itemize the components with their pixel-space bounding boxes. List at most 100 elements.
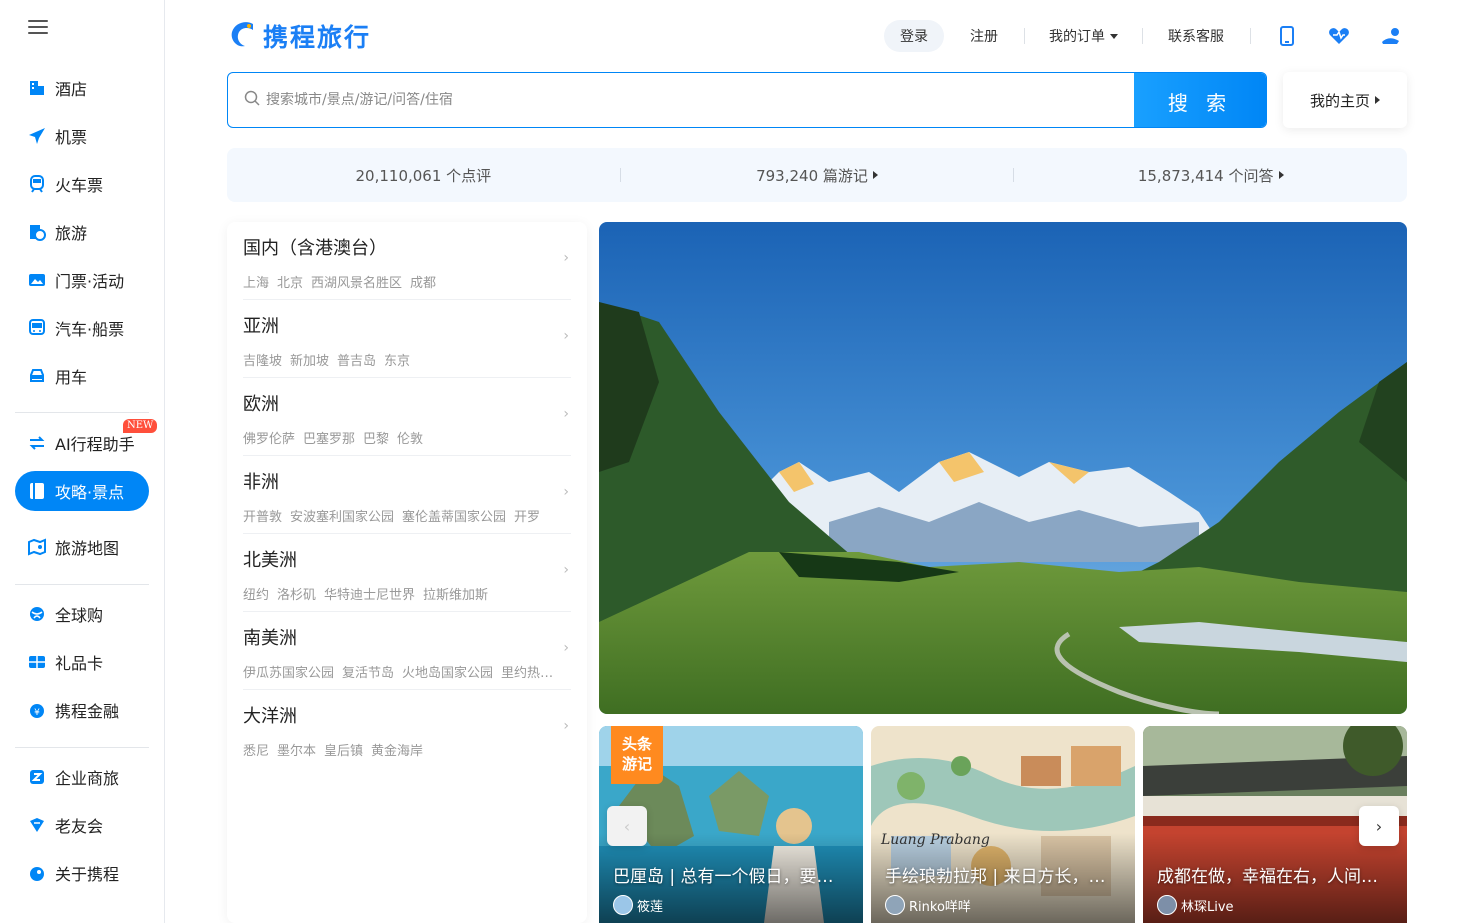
customer-service-link[interactable]: 联系客服	[1168, 20, 1224, 52]
sidebar-item-label: 企业商旅	[55, 769, 120, 788]
sidebar-item-tickets[interactable]: 门票·活动	[15, 260, 149, 300]
sidebar-item-label: 机票	[55, 128, 88, 147]
sidebar-item-hotel[interactable]: 酒店	[15, 68, 149, 108]
place-link[interactable]: 新加坡	[290, 354, 329, 369]
place-link[interactable]: 巴黎	[363, 432, 389, 447]
sidebar-item-global-shop[interactable]: 全球购	[15, 594, 149, 634]
hero-banner-image[interactable]	[599, 222, 1407, 714]
sidebar-item-car[interactable]: 用车	[15, 356, 149, 396]
place-link[interactable]: 火地岛国家公园	[402, 666, 493, 681]
region-places: 开普敦 安波塞利国家公园 塞伦盖蒂国家公园 开罗	[243, 506, 563, 525]
my-homepage-button[interactable]: 我的主页	[1283, 72, 1407, 128]
sidebar-item-train[interactable]: 火车票	[15, 164, 149, 204]
menu-icon[interactable]	[28, 20, 48, 38]
chevron-right-icon: ›	[563, 484, 569, 500]
sidebar-item-flight[interactable]: 机票	[15, 116, 149, 156]
place-link[interactable]: 里约热内卢	[501, 666, 563, 681]
new-badge: NEW	[123, 419, 158, 433]
map-icon	[27, 537, 47, 557]
plane-icon	[27, 126, 47, 146]
place-link[interactable]: 华特迪士尼世界	[324, 588, 415, 603]
stat-reviews: 20,110,061 个点评	[355, 166, 492, 185]
place-link[interactable]: 普吉岛	[337, 354, 376, 369]
logo[interactable]: 携程旅行	[227, 17, 371, 55]
region-name: 北美洲	[243, 550, 297, 571]
place-link[interactable]: 东京	[384, 354, 410, 369]
place-link[interactable]: 开普敦	[243, 510, 282, 525]
place-link[interactable]: 黄金海岸	[371, 744, 423, 759]
place-link[interactable]: 皇后镇	[324, 744, 363, 759]
search-input[interactable]	[266, 92, 1126, 108]
login-button[interactable]: 登录	[884, 20, 944, 52]
sidebar-divider	[15, 584, 149, 585]
place-link[interactable]: 上海	[243, 276, 269, 291]
my-orders-dropdown[interactable]: 我的订单	[1049, 20, 1118, 52]
region-domestic[interactable]: 国内（含港澳台） 上海 北京 西湖风景名胜区 成都 ›	[243, 222, 571, 300]
sidebar-item-member[interactable]: 老友会	[15, 805, 149, 845]
place-link[interactable]: 伊瓜苏国家公园	[243, 666, 334, 681]
card-title: 手绘琅勃拉邦 | 来日方长，何惧车遥马慢	[885, 867, 1121, 887]
chevron-right-icon: ›	[1375, 816, 1383, 836]
place-link[interactable]: 复活节岛	[342, 666, 394, 681]
register-link[interactable]: 注册	[970, 20, 998, 52]
caret-right-icon	[1278, 171, 1284, 179]
place-link[interactable]: 伦敦	[397, 432, 423, 447]
sidebar-item-travel[interactable]: 旅游	[15, 212, 149, 252]
place-link[interactable]: 佛罗伦萨	[243, 432, 295, 447]
place-link[interactable]: 拉斯维加斯	[423, 588, 488, 603]
sidebar-item-label: 火车票	[55, 176, 104, 195]
place-link[interactable]: 开罗	[514, 510, 540, 525]
place-link[interactable]: 安波塞利国家公园	[290, 510, 394, 525]
region-name: 南美洲	[243, 628, 297, 649]
region-north-america[interactable]: 北美洲 纽约 洛杉矶 华特迪士尼世界 拉斯维加斯 ›	[243, 534, 571, 612]
sidebar-item-guide[interactable]: 攻略·景点	[15, 471, 149, 511]
place-link[interactable]: 墨尔本	[277, 744, 316, 759]
place-link[interactable]: 纽约	[243, 588, 269, 603]
sidebar-item-finance[interactable]: ¥ 携程金融	[15, 690, 149, 730]
place-link[interactable]: 洛杉矶	[277, 588, 316, 603]
search-button[interactable]: 搜 索	[1134, 73, 1266, 127]
logo-text: 携程旅行	[263, 23, 372, 52]
place-link[interactable]: 成都	[410, 276, 436, 291]
sidebar-item-business[interactable]: 企业商旅	[15, 757, 149, 797]
sidebar-item-about[interactable]: 关于携程	[15, 853, 149, 893]
chevron-right-icon: ›	[563, 250, 569, 266]
chevron-left-icon: ‹	[623, 816, 631, 836]
region-south-america[interactable]: 南美洲 伊瓜苏国家公园 复活节岛 火地岛国家公园 里约热内卢 ›	[243, 612, 571, 690]
chevron-right-icon: ›	[563, 640, 569, 656]
mobile-icon[interactable]	[1275, 24, 1299, 48]
ai-assistant-icon	[27, 433, 47, 453]
place-link[interactable]: 北京	[277, 276, 303, 291]
carousel-prev-button[interactable]: ‹	[607, 806, 647, 846]
place-link[interactable]: 悉尼	[243, 744, 269, 759]
region-asia[interactable]: 亚洲 吉隆坡 新加坡 普吉岛 东京 ›	[243, 300, 571, 378]
sidebar-item-label: 关于携程	[55, 865, 120, 884]
sidebar-item-label: 老友会	[55, 817, 104, 836]
avatar	[613, 895, 633, 915]
caret-down-icon	[1110, 33, 1118, 39]
support-icon[interactable]	[1379, 24, 1403, 48]
place-link[interactable]: 巴塞罗那	[303, 432, 355, 447]
sidebar-item-label: 攻略·景点	[55, 483, 125, 502]
region-africa[interactable]: 非洲 开普敦 安波塞利国家公园 塞伦盖蒂国家公园 开罗 ›	[243, 456, 571, 534]
place-link[interactable]: 西湖风景名胜区	[311, 276, 402, 291]
region-oceania[interactable]: 大洋洲 悉尼 墨尔本 皇后镇 黄金海岸 ›	[243, 690, 571, 768]
sidebar-item-map[interactable]: 旅游地图	[15, 527, 149, 567]
sidebar-item-label: 全球购	[55, 606, 104, 625]
heart-icon[interactable]	[1327, 24, 1351, 48]
chevron-right-icon: ›	[563, 328, 569, 344]
member-icon	[27, 815, 47, 835]
place-link[interactable]: 吉隆坡	[243, 354, 282, 369]
sidebar-item-bus[interactable]: 汽车·船票	[15, 308, 149, 348]
carousel-next-button[interactable]: ›	[1359, 806, 1399, 846]
stat-answers[interactable]: 15,873,414 个问答	[1014, 165, 1407, 186]
place-link[interactable]: 塞伦盖蒂国家公园	[402, 510, 506, 525]
travelogue-card[interactable]: Luang Prabang 手绘琅勃拉邦 | 来日方长，何惧车遥马慢 Rinko…	[871, 726, 1135, 923]
stat-travelogues[interactable]: 793,240 篇游记	[621, 165, 1014, 186]
region-name: 国内（含港澳台）	[243, 238, 387, 259]
about-icon	[27, 863, 47, 883]
region-europe[interactable]: 欧洲 佛罗伦萨 巴塞罗那 巴黎 伦敦 ›	[243, 378, 571, 456]
finance-icon: ¥	[27, 700, 47, 720]
sidebar-item-gift-card[interactable]: 礼品卡	[15, 642, 149, 682]
stats-bar: 20,110,061 个点评 793,240 篇游记 15,873,414 个问…	[227, 148, 1407, 202]
